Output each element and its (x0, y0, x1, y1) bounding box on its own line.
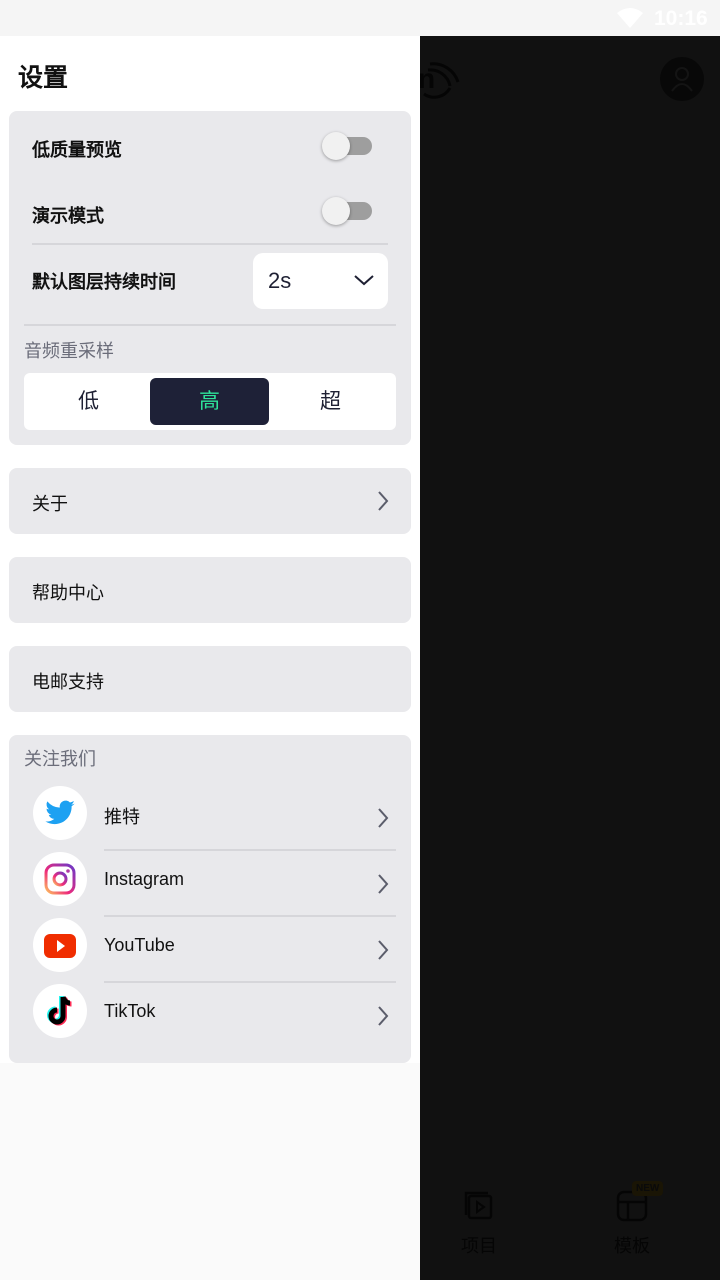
email-support-item[interactable]: 电邮支持 (9, 646, 411, 712)
chevron-right-icon (378, 874, 389, 894)
email-support-label: 电邮支持 (32, 672, 104, 692)
resample-option-high[interactable]: 高 (150, 378, 269, 425)
audio-resampling-segmented: 低 高 超 (24, 373, 396, 430)
youtube-label: YouTube (104, 935, 175, 955)
chevron-right-icon (378, 808, 389, 828)
instagram-icon (44, 863, 76, 895)
settings-drawer: 设置 低质量预览 演示模式 默认图层持续时间 2s 音频重采样 低 高 超 关于… (0, 36, 420, 1280)
nav-templates[interactable]: 模板 (592, 1190, 672, 1258)
settings-card: 低质量预览 演示模式 默认图层持续时间 2s 音频重采样 低 高 超 (9, 111, 411, 445)
divider (32, 243, 388, 245)
twitter-icon (45, 800, 75, 825)
social-item-instagram[interactable]: Instagram (9, 851, 411, 907)
chevron-right-icon (378, 491, 389, 511)
instagram-label: Instagram (104, 869, 185, 889)
follow-us-card: 关注我们 推特 Instagram YouTube TikTok (9, 735, 411, 1063)
default-duration-select[interactable]: 2s (253, 253, 388, 309)
about-item[interactable]: 关于 (9, 468, 411, 534)
chevron-down-icon (354, 275, 374, 286)
nav-projects[interactable]: 项目 (439, 1190, 519, 1258)
low-quality-preview-label: 低质量预览 (32, 140, 122, 160)
social-item-tiktok[interactable]: TikTok (9, 983, 411, 1039)
chevron-right-icon (378, 1006, 389, 1026)
follow-us-title: 关注我们 (24, 749, 96, 769)
low-quality-preview-toggle[interactable] (322, 132, 374, 160)
social-item-twitter[interactable]: 推特 (9, 785, 411, 841)
default-duration-value: 2s (268, 268, 292, 293)
wifi-icon (617, 8, 643, 28)
tiktok-label: TikTok (104, 1001, 156, 1021)
twitter-label: 推特 (104, 807, 140, 827)
status-time: 10:16 (654, 7, 708, 30)
drawer-title: 设置 (18, 64, 69, 92)
chevron-right-icon (378, 940, 389, 960)
status-bar: 10:16 (0, 0, 720, 36)
youtube-icon (44, 934, 76, 958)
resample-option-low[interactable]: 低 (29, 378, 148, 425)
nav-projects-label: 项目 (461, 1236, 497, 1256)
resample-option-ultra[interactable]: 超 (271, 378, 390, 425)
tiktok-icon (47, 996, 72, 1026)
svg-text:n: n (420, 63, 435, 94)
profile-avatar[interactable] (660, 57, 704, 101)
about-label: 关于 (32, 494, 68, 514)
social-item-youtube[interactable]: YouTube (9, 917, 411, 973)
demo-mode-toggle[interactable] (322, 197, 374, 225)
default-duration-label: 默认图层持续时间 (32, 272, 176, 292)
demo-mode-label: 演示模式 (32, 206, 104, 226)
nav-templates-label: 模板 (614, 1236, 650, 1256)
main-screen-dimmed[interactable] (420, 36, 720, 1280)
help-center-item[interactable]: 帮助中心 (9, 557, 411, 623)
audio-resampling-label: 音频重采样 (24, 341, 114, 361)
help-center-label: 帮助中心 (32, 583, 104, 603)
divider (24, 324, 396, 326)
projects-icon (464, 1191, 493, 1220)
user-icon (671, 67, 693, 92)
app-logo-icon: n (420, 62, 460, 99)
new-badge: NEW (632, 1181, 664, 1196)
